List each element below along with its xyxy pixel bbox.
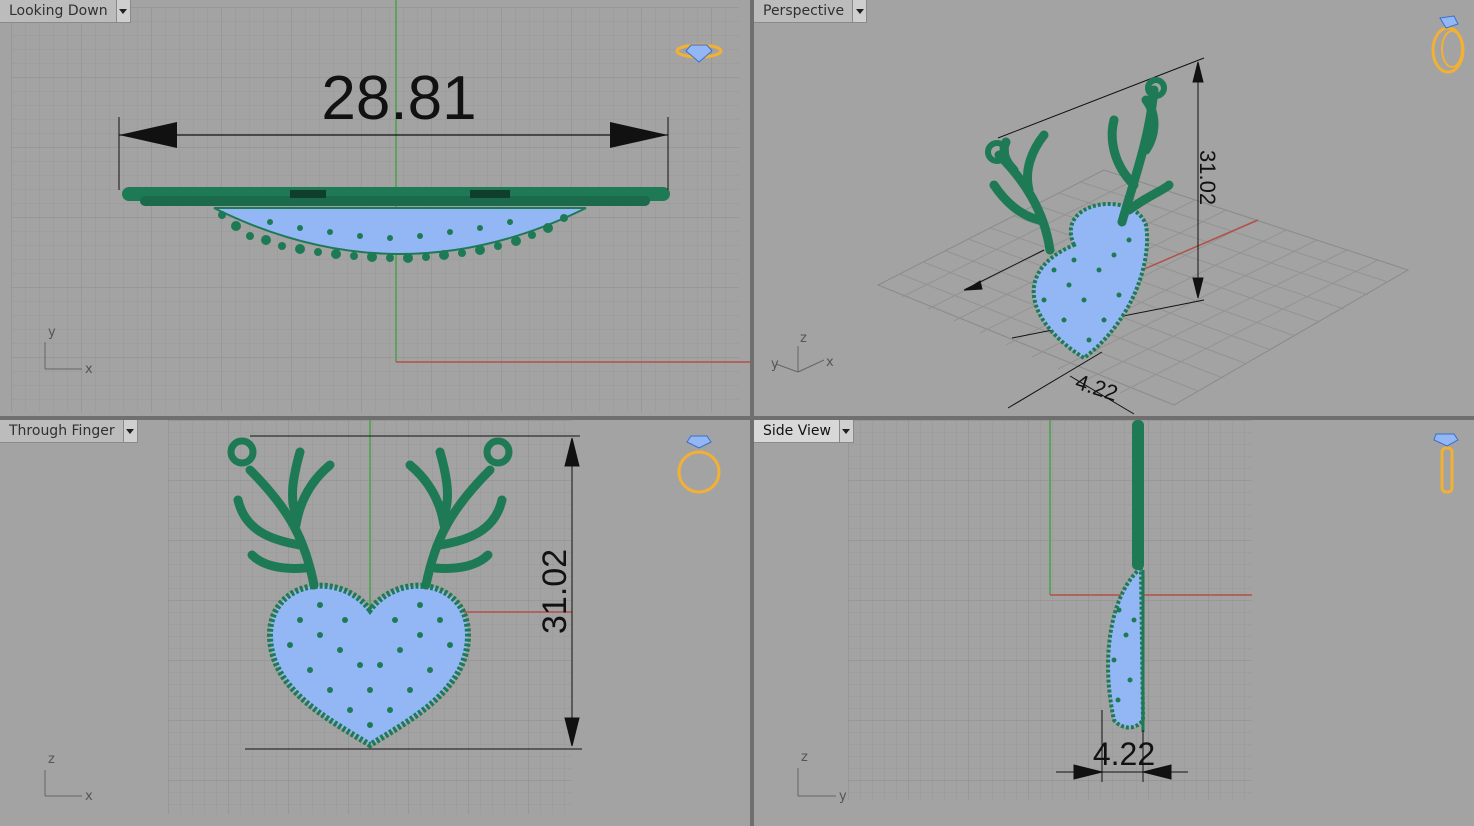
viewport-canvas[interactable]: 31.02 z x	[0, 420, 750, 826]
ring-perspective-icon[interactable]	[1431, 15, 1465, 74]
dimension-label: 31.02	[536, 549, 574, 634]
dropdown-arrow-icon[interactable]	[852, 0, 867, 22]
viewport-name: Through Finger	[9, 423, 115, 439]
axis-triad-icon: z y	[797, 750, 847, 804]
axis-triad-icon: z x	[44, 752, 93, 804]
viewport-title-side-view[interactable]: Side View	[754, 420, 854, 443]
viewport-side-view[interactable]: 4.22 z y Side View	[754, 420, 1474, 826]
rhino-viewport-layout: 28.81 y x Looking Down 31.02 4.22 z x y …	[0, 0, 1474, 826]
ring-front-icon[interactable]	[677, 435, 721, 494]
viewport-title-perspective[interactable]: Perspective	[754, 0, 868, 23]
svg-text:z: z	[800, 331, 807, 346]
viewport-title-looking-down[interactable]: Looking Down	[0, 0, 131, 23]
svg-text:x: x	[85, 362, 93, 377]
ring-side-icon[interactable]	[1433, 433, 1459, 494]
svg-text:z: z	[801, 750, 808, 765]
viewport-canvas[interactable]: 4.22 z y	[754, 420, 1474, 826]
viewport-title-through-finger[interactable]: Through Finger	[0, 420, 138, 443]
dropdown-arrow-icon[interactable]	[838, 420, 853, 442]
viewport-through-finger[interactable]: 31.02 z x Through Finger	[0, 420, 750, 826]
viewport-canvas[interactable]: 28.81 y x	[0, 0, 750, 416]
viewport-name: Side View	[763, 423, 831, 439]
svg-text:y: y	[771, 357, 779, 372]
dropdown-arrow-icon[interactable]	[115, 0, 130, 22]
dimension-label: 4.22	[1072, 369, 1120, 406]
viewport-canvas[interactable]: 31.02 4.22 z x y	[754, 0, 1474, 416]
svg-text:z: z	[48, 752, 55, 767]
dimension-label: 4.22	[1093, 736, 1155, 772]
dimension-label: 31.02	[1195, 150, 1220, 205]
svg-text:y: y	[48, 325, 56, 340]
pendant-perspective[interactable]	[985, 77, 1174, 361]
viewport-name: Perspective	[763, 3, 845, 19]
viewport-name: Looking Down	[9, 3, 108, 19]
svg-text:y: y	[839, 789, 847, 804]
dimension-label: 28.81	[321, 64, 476, 133]
dropdown-arrow-icon[interactable]	[122, 420, 137, 442]
x-axis-line	[1141, 219, 1259, 271]
svg-text:x: x	[85, 789, 93, 804]
axis-triad-icon: z x y	[771, 331, 834, 373]
viewport-perspective[interactable]: 31.02 4.22 z x y Perspective	[754, 0, 1474, 416]
svg-text:x: x	[826, 355, 834, 370]
viewport-looking-down[interactable]: 28.81 y x Looking Down	[0, 0, 750, 416]
